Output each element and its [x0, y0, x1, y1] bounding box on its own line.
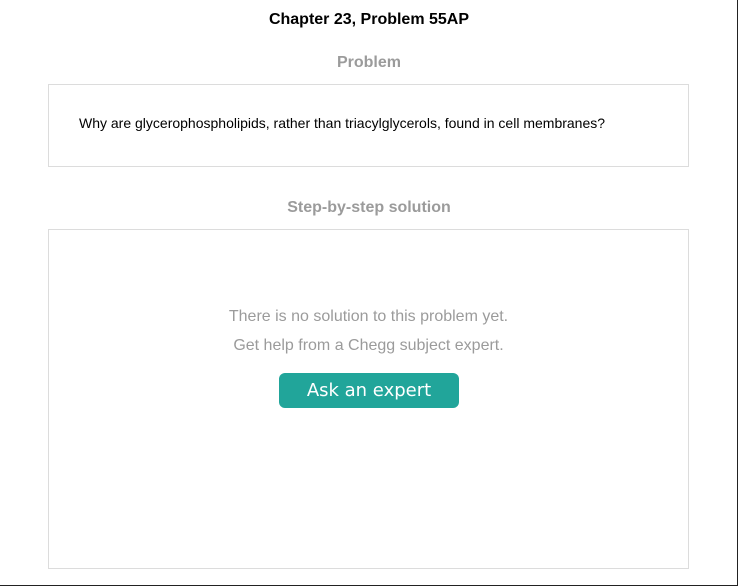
- page-frame: Chapter 23, Problem 55AP Problem Why are…: [0, 0, 738, 586]
- ask-expert-button[interactable]: Ask an expert: [279, 373, 459, 408]
- problem-box: Why are glycerophospholipids, rather tha…: [48, 84, 689, 167]
- no-solution-message: There is no solution to this problem yet…: [228, 308, 509, 325]
- chapter-title: Chapter 23, Problem 55AP: [268, 11, 470, 28]
- get-help-message: Get help from a Chegg subject expert.: [233, 337, 504, 354]
- solution-heading: Step-by-step solution: [287, 199, 451, 216]
- problem-text: Why are glycerophospholipids, rather tha…: [79, 115, 606, 131]
- solution-box: There is no solution to this problem yet…: [48, 229, 689, 569]
- problem-heading: Problem: [336, 54, 401, 71]
